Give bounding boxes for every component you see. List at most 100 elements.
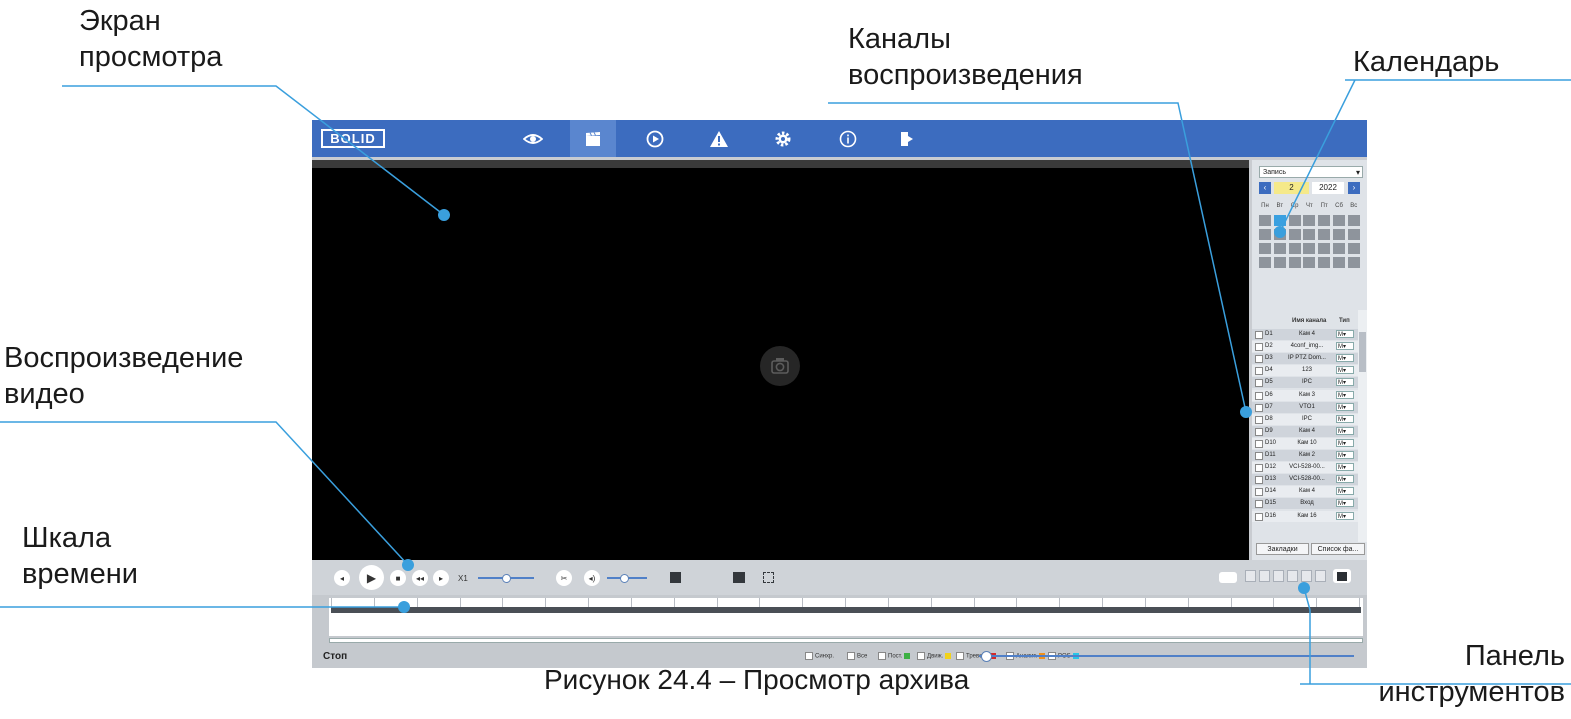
channel-row[interactable]: D2 4conf_img... M▾ [1252, 341, 1358, 353]
calendar-day[interactable] [1333, 243, 1345, 254]
channel-row[interactable]: D3 IP PTZ Dom... M▾ [1252, 353, 1358, 365]
zoom-slider[interactable] [979, 655, 1354, 657]
channel-type-select[interactable]: M▾ [1336, 463, 1354, 472]
legend-item[interactable]: Синхр. [805, 652, 834, 660]
channel-row[interactable]: D14 Кам 4 M▾ [1252, 486, 1358, 498]
calendar-day[interactable] [1288, 215, 1301, 226]
calendar-day[interactable] [1303, 215, 1316, 226]
channel-row[interactable]: D16 Кам 16 M▾ [1252, 510, 1358, 522]
channel-type-select[interactable]: M▾ [1336, 378, 1354, 387]
channel-type-select[interactable]: M▾ [1336, 487, 1354, 496]
zoom-knob[interactable] [981, 651, 992, 662]
segment-button[interactable] [1301, 570, 1312, 582]
channel-checkbox[interactable] [1255, 464, 1263, 473]
volume-slider-knob[interactable] [620, 574, 629, 583]
channel-row[interactable]: D12 VCI-528-00... M▾ [1252, 462, 1358, 474]
legend-checkbox[interactable] [917, 652, 925, 660]
channel-checkbox[interactable] [1255, 355, 1263, 364]
legend-checkbox[interactable] [878, 652, 886, 660]
channel-checkbox[interactable] [1255, 452, 1263, 460]
channel-checkbox[interactable] [1255, 512, 1263, 521]
calendar-day[interactable] [1333, 215, 1345, 226]
nav-settings[interactable] [760, 120, 806, 157]
stop-button[interactable]: ■ [390, 570, 406, 586]
fullscreen-icon[interactable] [763, 572, 774, 583]
month-field[interactable]: 2 [1274, 182, 1309, 194]
channel-type-select[interactable]: M▾ [1336, 475, 1354, 484]
channel-checkbox[interactable] [1255, 403, 1263, 412]
calendar-day[interactable] [1303, 229, 1316, 240]
channel-row[interactable]: D4 123 M▾ [1252, 365, 1358, 377]
channel-row[interactable]: D15 Вход M▾ [1252, 498, 1358, 510]
save-icon[interactable] [1333, 569, 1351, 583]
channel-type-select[interactable]: M▾ [1336, 342, 1354, 351]
year-field[interactable]: 2022 [1312, 182, 1344, 194]
channel-type-select[interactable]: M▾ [1336, 390, 1354, 399]
channel-checkbox[interactable] [1255, 367, 1263, 376]
speed-slider-knob[interactable] [502, 574, 511, 583]
calendar-day[interactable] [1347, 243, 1360, 254]
calendar-day[interactable] [1318, 257, 1331, 268]
next-frame-button[interactable]: ▸ [433, 570, 449, 586]
calendar-day[interactable] [1318, 243, 1331, 254]
nav-ai[interactable] [632, 120, 678, 157]
channel-checkbox[interactable] [1255, 476, 1263, 485]
calendar-day[interactable] [1259, 215, 1271, 226]
channel-checkbox[interactable] [1255, 391, 1263, 400]
legend-item[interactable]: Пост. [878, 652, 911, 660]
channel-row[interactable]: D13 VCI-528-00... M▾ [1252, 474, 1358, 486]
next-month-button[interactable]: › [1348, 182, 1360, 194]
segment-button[interactable] [1273, 570, 1284, 582]
prev-month-button[interactable]: ‹ [1259, 182, 1271, 194]
channel-type-select[interactable]: M▾ [1336, 414, 1354, 423]
snapshot-icon[interactable] [670, 572, 681, 583]
channel-type-select[interactable]: M▾ [1336, 366, 1354, 375]
record-type-select[interactable]: Запись ▾ [1259, 166, 1363, 178]
channel-row[interactable]: D11 Кам 2 M▾ [1252, 450, 1358, 461]
calendar-day[interactable] [1273, 243, 1286, 254]
channel-type-select[interactable]: M▾ [1336, 354, 1354, 363]
play-button[interactable]: ▶ [359, 565, 384, 590]
channel-row[interactable]: D5 IPC M▾ [1252, 377, 1358, 389]
channel-type-select[interactable]: M▾ [1336, 511, 1354, 520]
nav-logout[interactable] [884, 120, 930, 157]
segment-button[interactable] [1287, 570, 1298, 582]
timeline-scrollbar[interactable] [329, 638, 1363, 643]
bookmarks-button[interactable]: Закладки [1256, 543, 1309, 555]
segment-button[interactable] [1259, 570, 1270, 582]
channel-row[interactable]: D6 Кам 3 M▾ [1252, 389, 1358, 401]
calendar-day[interactable] [1303, 243, 1316, 254]
calendar-day[interactable] [1347, 215, 1360, 226]
calendar-day[interactable] [1259, 257, 1271, 268]
channel-type-select[interactable]: M▾ [1336, 402, 1354, 411]
channel-row[interactable]: D9 Кам 4 M▾ [1252, 425, 1358, 437]
segment-button[interactable] [1315, 570, 1326, 582]
calendar-day[interactable] [1288, 243, 1301, 254]
timeline-track[interactable] [329, 598, 1363, 636]
channel-row[interactable]: D8 IPC M▾ [1252, 413, 1358, 425]
channel-checkbox[interactable] [1255, 415, 1263, 424]
legend-checkbox[interactable] [956, 652, 964, 660]
channel-checkbox[interactable] [1255, 427, 1263, 436]
channel-type-select[interactable]: M▾ [1336, 438, 1354, 447]
channel-checkbox[interactable] [1255, 439, 1263, 448]
calendar-day[interactable] [1273, 229, 1286, 240]
channel-checkbox[interactable] [1255, 488, 1263, 497]
calendar-day[interactable] [1303, 257, 1316, 268]
calendar-day[interactable] [1347, 229, 1360, 240]
prev-frame-button[interactable]: ◂ [334, 570, 350, 586]
channel-type-select[interactable]: M▾ [1336, 426, 1354, 435]
segment-button[interactable] [1245, 570, 1256, 582]
clip-icon[interactable]: ✂ [556, 570, 572, 586]
tool-menu-icon[interactable] [1219, 572, 1237, 583]
calendar-day[interactable] [1288, 257, 1301, 268]
nav-live-view[interactable] [510, 120, 556, 157]
nav-info[interactable] [825, 120, 871, 157]
slow-button[interactable]: ◂◂ [412, 570, 428, 586]
calendar-day[interactable] [1347, 257, 1360, 268]
calendar-day[interactable] [1333, 229, 1345, 240]
calendar-day[interactable] [1273, 257, 1286, 268]
calendar-day[interactable] [1259, 229, 1271, 240]
legend-item[interactable]: Движ. [917, 652, 952, 660]
video-viewer[interactable] [312, 160, 1249, 560]
